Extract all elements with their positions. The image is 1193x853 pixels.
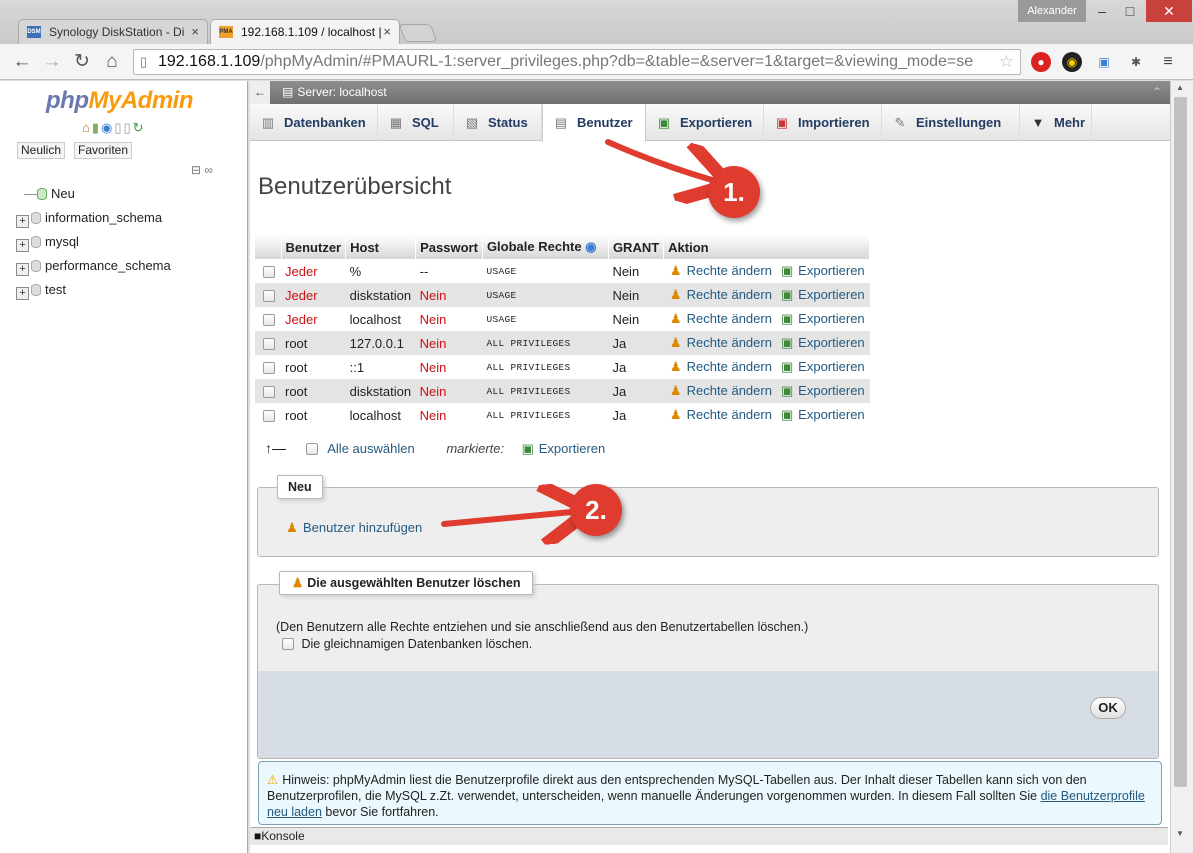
annotation-arrow-2 — [441, 512, 572, 524]
annotation-arrow-1 — [605, 139, 712, 180]
annotation-badge-1: 1. — [708, 166, 760, 218]
annotation-arrows — [441, 139, 1193, 853]
annotation-badge-2: 2. — [570, 484, 622, 536]
